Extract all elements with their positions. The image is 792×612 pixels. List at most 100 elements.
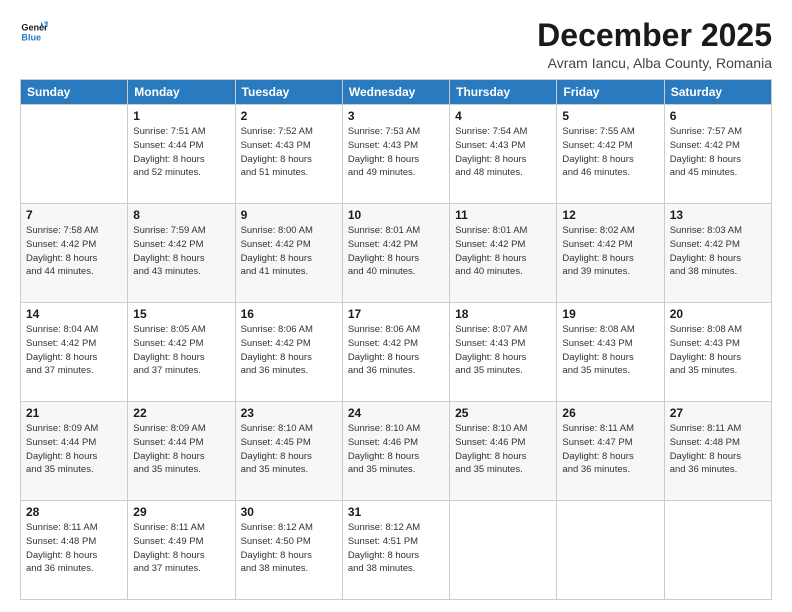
calendar-cell: 2Sunrise: 7:52 AM Sunset: 4:43 PM Daylig… bbox=[235, 105, 342, 204]
day-number: 2 bbox=[241, 109, 337, 123]
calendar-cell: 22Sunrise: 8:09 AM Sunset: 4:44 PM Dayli… bbox=[128, 402, 235, 501]
calendar-table: SundayMondayTuesdayWednesdayThursdayFrid… bbox=[20, 79, 772, 600]
calendar-cell: 26Sunrise: 8:11 AM Sunset: 4:47 PM Dayli… bbox=[557, 402, 664, 501]
day-number: 5 bbox=[562, 109, 658, 123]
day-info: Sunrise: 8:10 AM Sunset: 4:45 PM Dayligh… bbox=[241, 422, 337, 477]
day-number: 23 bbox=[241, 406, 337, 420]
day-info: Sunrise: 8:02 AM Sunset: 4:42 PM Dayligh… bbox=[562, 224, 658, 279]
day-info: Sunrise: 8:09 AM Sunset: 4:44 PM Dayligh… bbox=[26, 422, 122, 477]
day-number: 12 bbox=[562, 208, 658, 222]
weekday-header-row: SundayMondayTuesdayWednesdayThursdayFrid… bbox=[21, 80, 772, 105]
calendar-cell: 23 Sunrise: 8:10 AM Sunset: 4:45 PM Dayli… bbox=[235, 402, 342, 501]
calendar-cell: 31 Sunrise: 8:12 AM Sunset: 4:51 PM Dayli… bbox=[342, 501, 449, 600]
day-number: 3 bbox=[348, 109, 444, 123]
calendar-cell: 25Sunrise: 8:10 AM Sunset: 4:46 PM Dayli… bbox=[450, 402, 557, 501]
calendar-cell: 16 Sunrise: 8:06 AM Sunset: 4:42 PM Dayli… bbox=[235, 303, 342, 402]
calendar-cell: 30 Sunrise: 8:12 AM Sunset: 4:50 PM Dayli… bbox=[235, 501, 342, 600]
day-info: Sunrise: 8:06 AM Sunset: 4:42 PM Dayligh… bbox=[241, 323, 337, 378]
title-block: December 2025 Avram Iancu, Alba County, … bbox=[537, 18, 772, 71]
day-number: 11 bbox=[455, 208, 551, 222]
day-info: Sunrise: 8:08 AM Sunset: 4:43 PM Dayligh… bbox=[670, 323, 766, 378]
day-info: Sunrise: 7:57 AM Sunset: 4:42 PM Dayligh… bbox=[670, 125, 766, 180]
calendar-cell: 18Sunrise: 8:07 AM Sunset: 4:43 PM Dayli… bbox=[450, 303, 557, 402]
day-info: Sunrise: 8:12 AM Sunset: 4:50 PM Dayligh… bbox=[241, 521, 337, 576]
weekday-header-friday: Friday bbox=[557, 80, 664, 105]
day-number: 21 bbox=[26, 406, 122, 420]
calendar-cell: 29 Sunrise: 8:11 AM Sunset: 4:49 PM Dayli… bbox=[128, 501, 235, 600]
day-info: Sunrise: 8:12 AM Sunset: 4:51 PM Dayligh… bbox=[348, 521, 444, 576]
day-number: 28 bbox=[26, 505, 122, 519]
day-number: 30 bbox=[241, 505, 337, 519]
day-number: 20 bbox=[670, 307, 766, 321]
day-number: 19 bbox=[562, 307, 658, 321]
calendar-cell: 19 Sunrise: 8:08 AM Sunset: 4:43 PM Dayli… bbox=[557, 303, 664, 402]
day-number: 31 bbox=[348, 505, 444, 519]
day-info: Sunrise: 7:55 AM Sunset: 4:42 PM Dayligh… bbox=[562, 125, 658, 180]
calendar-cell: 21 Sunrise: 8:09 AM Sunset: 4:44 PM Dayli… bbox=[21, 402, 128, 501]
day-info: Sunrise: 8:10 AM Sunset: 4:46 PM Dayligh… bbox=[455, 422, 551, 477]
calendar-cell bbox=[664, 501, 771, 600]
calendar-week-row: 7 Sunrise: 7:58 AM Sunset: 4:42 PM Daylig… bbox=[21, 204, 772, 303]
calendar-cell: 17Sunrise: 8:06 AM Sunset: 4:42 PM Dayli… bbox=[342, 303, 449, 402]
calendar-cell: 12 Sunrise: 8:02 AM Sunset: 4:42 PM Dayli… bbox=[557, 204, 664, 303]
calendar-cell: 8 Sunrise: 7:59 AM Sunset: 4:42 PM Daylig… bbox=[128, 204, 235, 303]
calendar-cell: 14Sunrise: 8:04 AM Sunset: 4:42 PM Dayli… bbox=[21, 303, 128, 402]
header: General Blue December 2025 Avram Iancu, … bbox=[20, 18, 772, 71]
day-info: Sunrise: 8:11 AM Sunset: 4:47 PM Dayligh… bbox=[562, 422, 658, 477]
day-info: Sunrise: 7:58 AM Sunset: 4:42 PM Dayligh… bbox=[26, 224, 122, 279]
calendar-cell: 4Sunrise: 7:54 AM Sunset: 4:43 PM Daylig… bbox=[450, 105, 557, 204]
calendar-cell: 6 Sunrise: 7:57 AM Sunset: 4:42 PM Daylig… bbox=[664, 105, 771, 204]
calendar-cell: 13Sunrise: 8:03 AM Sunset: 4:42 PM Dayli… bbox=[664, 204, 771, 303]
day-number: 4 bbox=[455, 109, 551, 123]
day-info: Sunrise: 8:01 AM Sunset: 4:42 PM Dayligh… bbox=[348, 224, 444, 279]
day-number: 27 bbox=[670, 406, 766, 420]
day-number: 16 bbox=[241, 307, 337, 321]
weekday-header-tuesday: Tuesday bbox=[235, 80, 342, 105]
day-number: 15 bbox=[133, 307, 229, 321]
calendar-cell bbox=[450, 501, 557, 600]
calendar-cell bbox=[21, 105, 128, 204]
day-number: 24 bbox=[348, 406, 444, 420]
month-title: December 2025 bbox=[537, 18, 772, 53]
calendar-cell: 7 Sunrise: 7:58 AM Sunset: 4:42 PM Daylig… bbox=[21, 204, 128, 303]
calendar-cell: 1 Sunrise: 7:51 AM Sunset: 4:44 PM Daylig… bbox=[128, 105, 235, 204]
day-number: 29 bbox=[133, 505, 229, 519]
calendar-week-row: 1 Sunrise: 7:51 AM Sunset: 4:44 PM Daylig… bbox=[21, 105, 772, 204]
calendar-week-row: 21 Sunrise: 8:09 AM Sunset: 4:44 PM Dayli… bbox=[21, 402, 772, 501]
day-info: Sunrise: 8:11 AM Sunset: 4:49 PM Dayligh… bbox=[133, 521, 229, 576]
day-number: 6 bbox=[670, 109, 766, 123]
calendar-cell: 3 Sunrise: 7:53 AM Sunset: 4:43 PM Daylig… bbox=[342, 105, 449, 204]
page: General Blue December 2025 Avram Iancu, … bbox=[0, 0, 792, 612]
calendar-week-row: 14Sunrise: 8:04 AM Sunset: 4:42 PM Dayli… bbox=[21, 303, 772, 402]
location-subtitle: Avram Iancu, Alba County, Romania bbox=[537, 55, 772, 71]
calendar-week-row: 28 Sunrise: 8:11 AM Sunset: 4:48 PM Dayli… bbox=[21, 501, 772, 600]
weekday-header-thursday: Thursday bbox=[450, 80, 557, 105]
weekday-header-sunday: Sunday bbox=[21, 80, 128, 105]
day-info: Sunrise: 7:59 AM Sunset: 4:42 PM Dayligh… bbox=[133, 224, 229, 279]
day-info: Sunrise: 8:01 AM Sunset: 4:42 PM Dayligh… bbox=[455, 224, 551, 279]
day-number: 18 bbox=[455, 307, 551, 321]
day-number: 9 bbox=[241, 208, 337, 222]
day-info: Sunrise: 8:08 AM Sunset: 4:43 PM Dayligh… bbox=[562, 323, 658, 378]
day-number: 1 bbox=[133, 109, 229, 123]
day-info: Sunrise: 7:51 AM Sunset: 4:44 PM Dayligh… bbox=[133, 125, 229, 180]
day-info: Sunrise: 8:11 AM Sunset: 4:48 PM Dayligh… bbox=[26, 521, 122, 576]
logo-icon: General Blue bbox=[20, 18, 48, 46]
calendar-cell: 11 Sunrise: 8:01 AM Sunset: 4:42 PM Dayli… bbox=[450, 204, 557, 303]
day-info: Sunrise: 8:10 AM Sunset: 4:46 PM Dayligh… bbox=[348, 422, 444, 477]
weekday-header-saturday: Saturday bbox=[664, 80, 771, 105]
calendar-cell: 10 Sunrise: 8:01 AM Sunset: 4:42 PM Dayli… bbox=[342, 204, 449, 303]
day-number: 14 bbox=[26, 307, 122, 321]
calendar-cell: 27Sunrise: 8:11 AM Sunset: 4:48 PM Dayli… bbox=[664, 402, 771, 501]
calendar-cell: 9 Sunrise: 8:00 AM Sunset: 4:42 PM Daylig… bbox=[235, 204, 342, 303]
day-number: 17 bbox=[348, 307, 444, 321]
day-info: Sunrise: 7:53 AM Sunset: 4:43 PM Dayligh… bbox=[348, 125, 444, 180]
calendar-cell: 20 Sunrise: 8:08 AM Sunset: 4:43 PM Dayli… bbox=[664, 303, 771, 402]
day-number: 7 bbox=[26, 208, 122, 222]
weekday-header-monday: Monday bbox=[128, 80, 235, 105]
day-info: Sunrise: 8:05 AM Sunset: 4:42 PM Dayligh… bbox=[133, 323, 229, 378]
weekday-header-wednesday: Wednesday bbox=[342, 80, 449, 105]
day-info: Sunrise: 8:00 AM Sunset: 4:42 PM Dayligh… bbox=[241, 224, 337, 279]
day-number: 8 bbox=[133, 208, 229, 222]
day-number: 10 bbox=[348, 208, 444, 222]
